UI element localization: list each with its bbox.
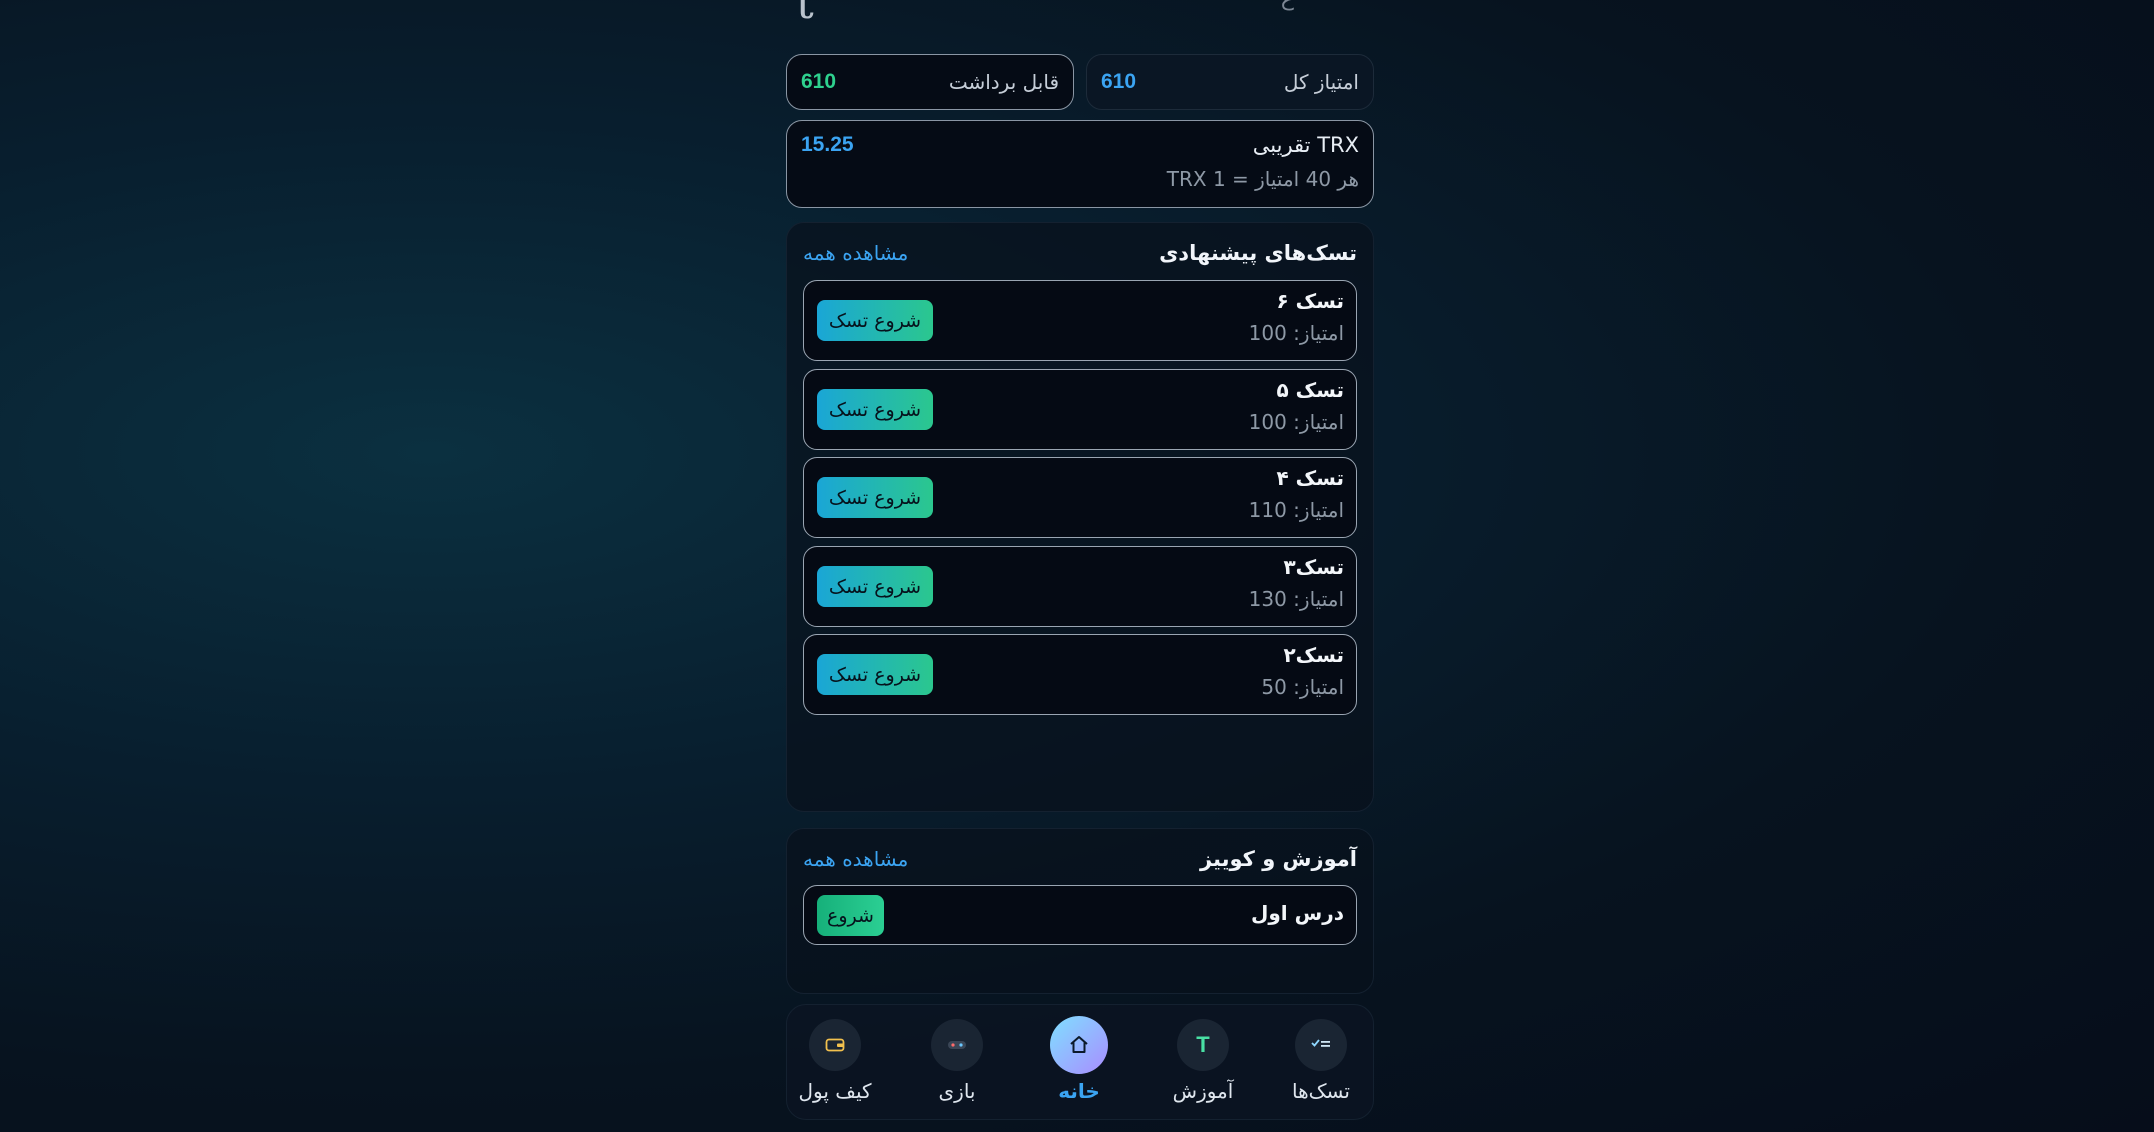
task-name: تسک۳ [1283,555,1344,579]
nav-item-home[interactable]: خانه [1031,1015,1127,1111]
nav-item-tasks[interactable]: تسک‌ها [1273,1015,1369,1111]
start-task-button[interactable]: شروع تسک [817,389,933,430]
nav-label: آموزش [1172,1079,1234,1103]
task-name: تسک۲ [1283,643,1344,667]
total-points-value: 610 [1101,70,1137,93]
task-name: تسک ۶ [1276,289,1344,313]
trx-rate: هر 40 امتیاز = 1 TRX [1166,167,1359,191]
task-points: امتیاز: 130 [1248,587,1344,611]
nav-item-wallet[interactable]: کیف پول [787,1015,883,1111]
nav-item-learn[interactable]: T آموزش [1155,1015,1251,1111]
task-points: امتیاز: 100 [1248,410,1344,434]
learning-quiz-section: آموزش و کوییز مشاهده همه درس اول شروع [786,828,1374,994]
start-task-button[interactable]: شروع تسک [817,300,933,341]
task-name: تسک ۵ [1276,378,1344,402]
task-card: تسک۳ امتیاز: 130 شروع تسک [803,546,1357,627]
task-name: تسک ۴ [1276,466,1344,490]
home-icon [1050,1016,1108,1074]
start-task-button[interactable]: شروع تسک [817,566,933,607]
gamepad-icon [931,1019,983,1071]
section-title: آموزش و کوییز [1199,847,1357,871]
task-points: امتیاز: 50 [1261,675,1344,699]
nav-label: خانه [1058,1079,1100,1103]
trx-title: TRX تقریبی [1252,133,1359,157]
section-title: تسک‌های پیشنهادی [1159,241,1357,265]
nav-label: تسک‌ها [1292,1079,1350,1103]
nav-item-game[interactable]: بازی [909,1015,1005,1111]
trx-estimate-card: TRX تقریبی هر 40 امتیاز = 1 TRX 15.25 [786,120,1374,208]
wallet-icon [809,1019,861,1071]
total-points-card: امتیاز کل 610 [1086,54,1374,110]
lesson-name: درس اول [1251,901,1344,925]
bottom-navigation: تسک‌ها T آموزش خانه با [786,1004,1374,1120]
suggested-tasks-section: تسک‌های پیشنهادی مشاهده همه تسک ۶ امتیاز… [786,222,1374,812]
nav-label: بازی [938,1079,976,1103]
task-card: تسک ۵ امتیاز: 100 شروع تسک [803,369,1357,450]
learn-icon: T [1177,1019,1229,1071]
start-task-button[interactable]: شروع تسک [817,654,933,695]
task-points: امتیاز: 100 [1248,321,1344,345]
task-card: تسک۲ امتیاز: 50 شروع تسک [803,634,1357,715]
task-card: تسک ۴ امتیاز: 110 شروع تسک [803,457,1357,538]
stats-row: امتیاز کل 610 قابل برداشت 610 [786,54,1374,110]
tasks-icon [1295,1019,1347,1071]
header-text-fragment: ع [1281,0,1294,11]
nav-label: کیف پول [798,1079,872,1103]
task-points: امتیاز: 110 [1248,498,1344,522]
trx-value: 15.25 [801,133,854,156]
start-task-button[interactable]: شروع تسک [817,477,933,518]
task-card: تسک ۶ امتیاز: 100 شروع تسک [803,280,1357,361]
app-screen: t ع امتیاز کل 610 قابل برداشت 610 TRX تق… [786,0,1374,1132]
withdrawable-value: 610 [801,70,837,93]
withdrawable-card: قابل برداشت 610 [786,54,1074,110]
see-all-tasks-link[interactable]: مشاهده همه [803,241,908,265]
withdrawable-label: قابل برداشت [948,70,1059,94]
lesson-card: درس اول شروع [803,885,1357,945]
logo-fragment: t [796,0,814,29]
see-all-lessons-link[interactable]: مشاهده همه [803,847,908,871]
start-lesson-button[interactable]: شروع [817,895,884,936]
total-points-label: امتیاز کل [1283,70,1359,94]
